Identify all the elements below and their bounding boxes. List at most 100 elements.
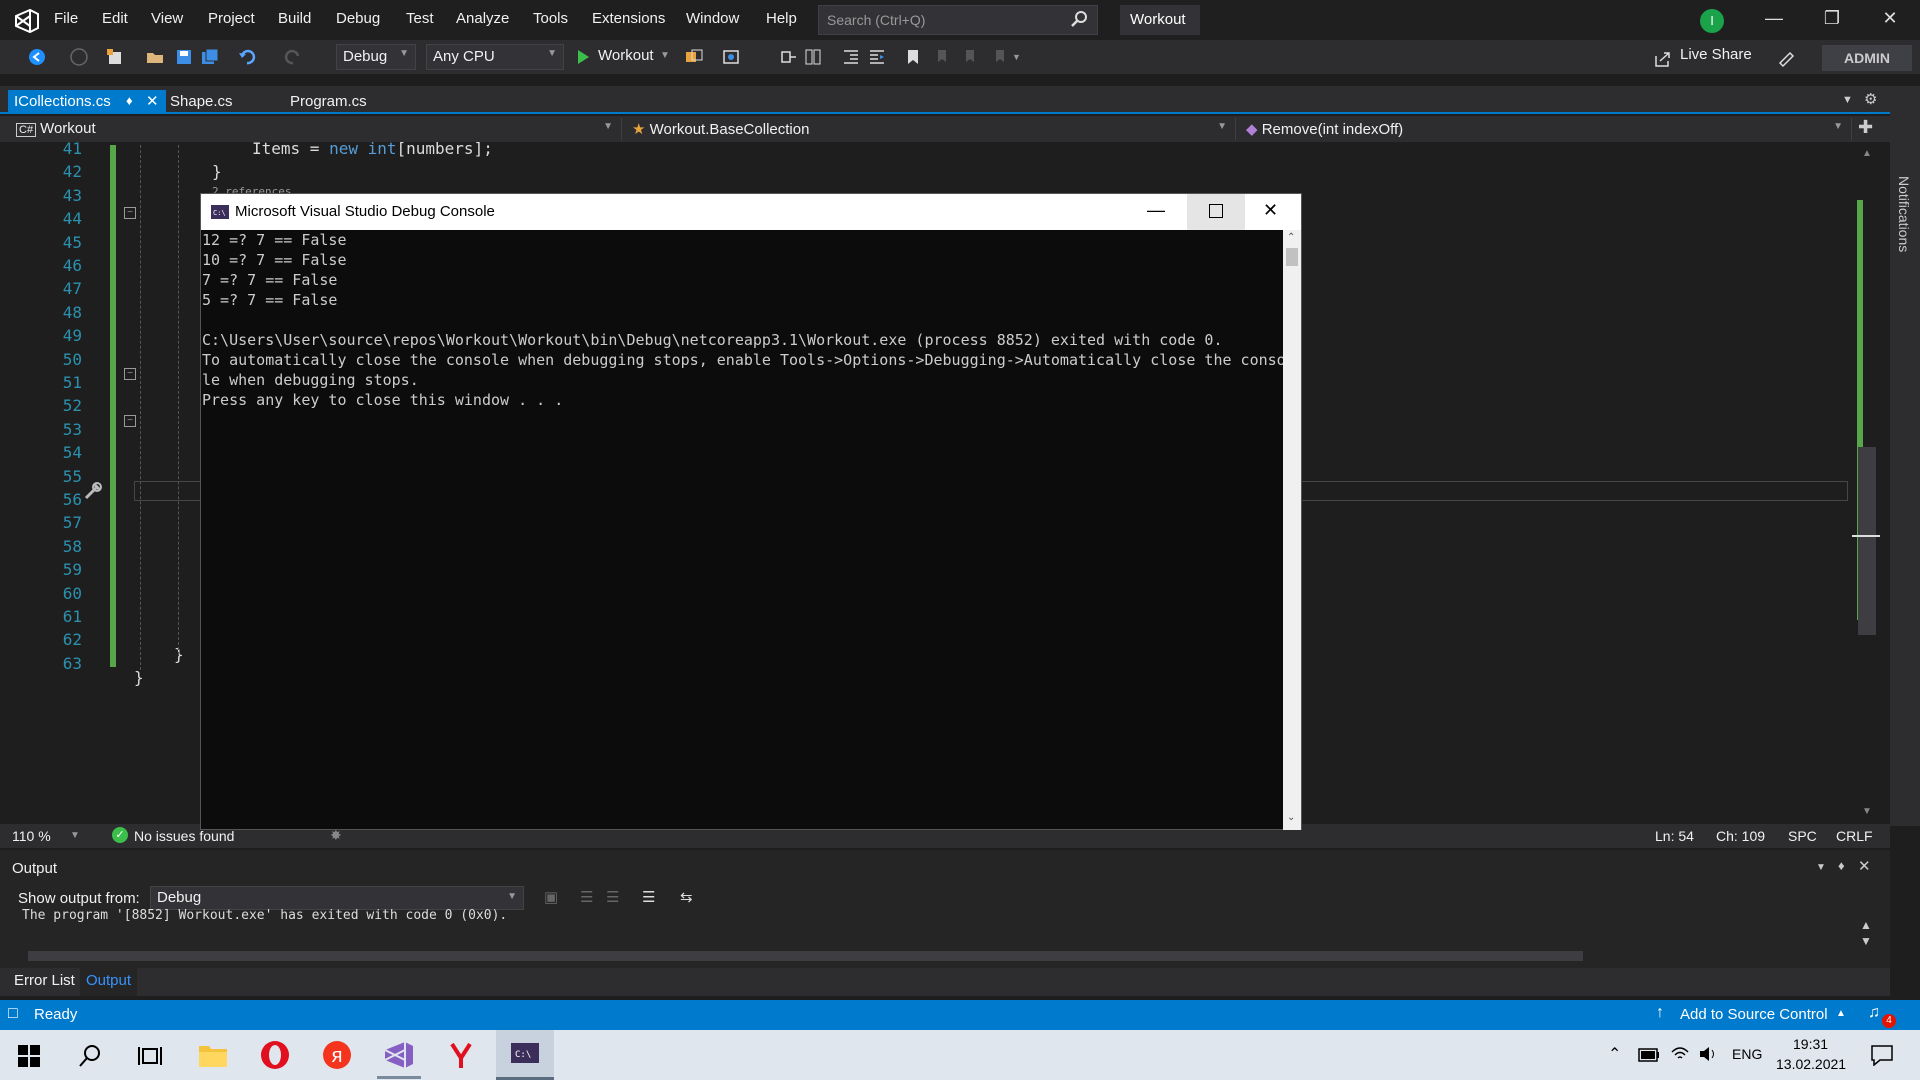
collapse-icon[interactable]: −	[124, 368, 136, 380]
tab-program[interactable]: Program.cs	[284, 90, 373, 114]
type-dropdown[interactable]: ★ Workout.BaseCollection ▼	[626, 118, 1236, 140]
bell-icon[interactable]: ♫	[1868, 1004, 1880, 1022]
quick-actions-icon[interactable]	[82, 480, 104, 502]
menu-window[interactable]: Window	[686, 10, 739, 27]
add-to-source-control[interactable]: Add to Source Control	[1680, 1006, 1828, 1023]
find-message-icon[interactable]: ▣	[544, 888, 558, 906]
clear-all-icon[interactable]: ☰	[642, 888, 655, 906]
undo-icon[interactable]	[238, 48, 256, 66]
clock-date[interactable]: 13.02.2021	[1776, 1056, 1846, 1072]
char-indicator[interactable]: Ch: 109	[1716, 828, 1765, 844]
notifications-label[interactable]: Notifications	[1896, 176, 1912, 252]
debug-console-window[interactable]: C:\ Microsoft Visual Studio Debug Consol…	[200, 193, 1302, 830]
maximize-button[interactable]	[1187, 194, 1245, 230]
search-input[interactable]: Search (Ctrl+Q)	[818, 5, 1098, 35]
clock-time[interactable]: 19:31	[1793, 1036, 1828, 1052]
menu-build[interactable]: Build	[278, 10, 311, 27]
word-wrap-icon[interactable]: ⇆	[680, 888, 693, 906]
chevron-down-icon[interactable]: ▼	[1816, 862, 1826, 873]
next-message-icon[interactable]: ☰	[606, 888, 619, 906]
notifications-sidebar[interactable]: Notifications	[1890, 86, 1920, 826]
input-language[interactable]: ENG	[1732, 1046, 1762, 1062]
tab-list-dropdown-icon[interactable]: ▼	[1842, 94, 1853, 106]
step-icon[interactable]	[780, 48, 798, 66]
file-explorer-icon[interactable]	[198, 1042, 228, 1068]
menu-project[interactable]: Project	[208, 10, 255, 27]
indent-icon[interactable]	[868, 48, 886, 66]
solution-explorer-icon[interactable]	[722, 48, 740, 66]
split-window-icon[interactable]: ✚	[1858, 117, 1873, 138]
scroll-up-icon[interactable]: ⌃	[1287, 232, 1295, 243]
visual-studio-taskbar-icon[interactable]	[383, 1040, 415, 1070]
close-tab-icon[interactable]: ✕	[146, 92, 159, 110]
scroll-up-icon[interactable]: ▲	[1860, 918, 1872, 932]
menu-tools[interactable]: Tools	[533, 10, 568, 27]
console-output[interactable]: 12 =? 7 == False 10 =? 7 == False 7 =? 7 =…	[201, 230, 1286, 830]
tab-icollections[interactable]: ICollections.cs ♦ ✕	[8, 90, 166, 114]
open-folder-icon[interactable]	[146, 48, 164, 66]
yandex-browser-icon[interactable]: я	[322, 1040, 352, 1070]
zoom-level[interactable]: 110 %	[12, 828, 51, 844]
editor-scroll-thumb[interactable]	[1858, 447, 1876, 635]
menu-test[interactable]: Test	[406, 10, 434, 27]
code-line-42[interactable]: }	[212, 162, 222, 181]
menu-file[interactable]: File	[54, 10, 78, 27]
files-icon[interactable]	[804, 48, 822, 66]
console-scroll-thumb[interactable]	[1286, 248, 1298, 266]
menu-edit[interactable]: Edit	[102, 10, 128, 27]
redo-icon[interactable]	[284, 48, 302, 66]
minimize-button[interactable]: —	[1762, 8, 1786, 32]
close-button[interactable]: ✕	[1878, 8, 1902, 32]
start-debug-label[interactable]: Workout	[598, 47, 654, 64]
console-title-bar[interactable]: C:\ Microsoft Visual Studio Debug Consol…	[201, 194, 1301, 230]
next-bookmark-icon[interactable]	[960, 48, 978, 66]
prev-bookmark-icon[interactable]	[932, 48, 950, 66]
forward-icon[interactable]	[70, 48, 88, 66]
menu-view[interactable]: View	[151, 10, 183, 27]
minimize-button[interactable]: —	[1147, 200, 1165, 221]
task-view-icon[interactable]	[138, 1045, 162, 1067]
scroll-down-icon[interactable]: ▼	[1862, 806, 1872, 817]
line-ending-indicator[interactable]: CRLF	[1836, 828, 1873, 844]
whitespace-indicator[interactable]: SPC	[1788, 828, 1817, 844]
member-dropdown[interactable]: ◆ Remove(int indexOff) ▼	[1240, 118, 1852, 140]
opera-icon[interactable]	[260, 1040, 290, 1070]
windows-start-icon[interactable]	[18, 1045, 40, 1067]
collapse-icon[interactable]: −	[124, 415, 136, 427]
menu-extensions[interactable]: Extensions	[592, 10, 665, 27]
live-share-button[interactable]: Live Share	[1680, 46, 1752, 63]
search-icon[interactable]	[78, 1044, 102, 1068]
menu-help[interactable]: Help	[766, 10, 797, 27]
code-line-62[interactable]: }	[134, 668, 144, 687]
tab-output[interactable]: Output	[80, 968, 138, 996]
tab-error-list[interactable]: Error List	[14, 972, 75, 989]
clear-bookmarks-icon[interactable]	[990, 48, 1008, 66]
live-share-icon[interactable]	[1654, 50, 1672, 68]
action-center-icon[interactable]	[1870, 1044, 1894, 1066]
start-debug-icon[interactable]	[574, 48, 592, 66]
outdent-icon[interactable]	[842, 48, 860, 66]
menu-debug[interactable]: Debug	[336, 10, 380, 27]
restore-button[interactable]: ❐	[1820, 8, 1844, 32]
tab-shape[interactable]: Shape.cs	[164, 90, 239, 114]
scroll-up-icon[interactable]: ▲	[1862, 148, 1872, 159]
browser-link-icon[interactable]	[685, 48, 703, 66]
pin-icon[interactable]: ♦	[1838, 858, 1845, 873]
chevron-up-icon[interactable]: ▲	[1836, 1008, 1846, 1019]
save-icon[interactable]	[175, 48, 193, 66]
menu-analyze[interactable]: Analyze	[456, 10, 509, 27]
save-all-icon[interactable]	[201, 48, 219, 66]
show-hidden-icons-icon[interactable]: ⌃	[1608, 1044, 1621, 1064]
bookmark-icon[interactable]	[904, 48, 922, 66]
code-line-41[interactable]: Items = new int[numbers];	[252, 139, 493, 158]
new-project-icon[interactable]	[106, 48, 124, 66]
line-indicator[interactable]: Ln: 54	[1655, 828, 1694, 844]
wifi-icon[interactable]	[1670, 1044, 1690, 1064]
scroll-down-icon[interactable]: ▼	[1860, 934, 1872, 948]
battery-icon[interactable]	[1638, 1048, 1660, 1062]
collapse-icon[interactable]: −	[124, 207, 136, 219]
chevron-down-icon[interactable]: ▼	[70, 830, 80, 841]
output-text[interactable]: The program '[8852] Workout.exe' has exi…	[22, 908, 507, 923]
prev-message-icon[interactable]: ☰	[580, 888, 593, 906]
admin-badge[interactable]: ADMIN	[1822, 45, 1912, 71]
